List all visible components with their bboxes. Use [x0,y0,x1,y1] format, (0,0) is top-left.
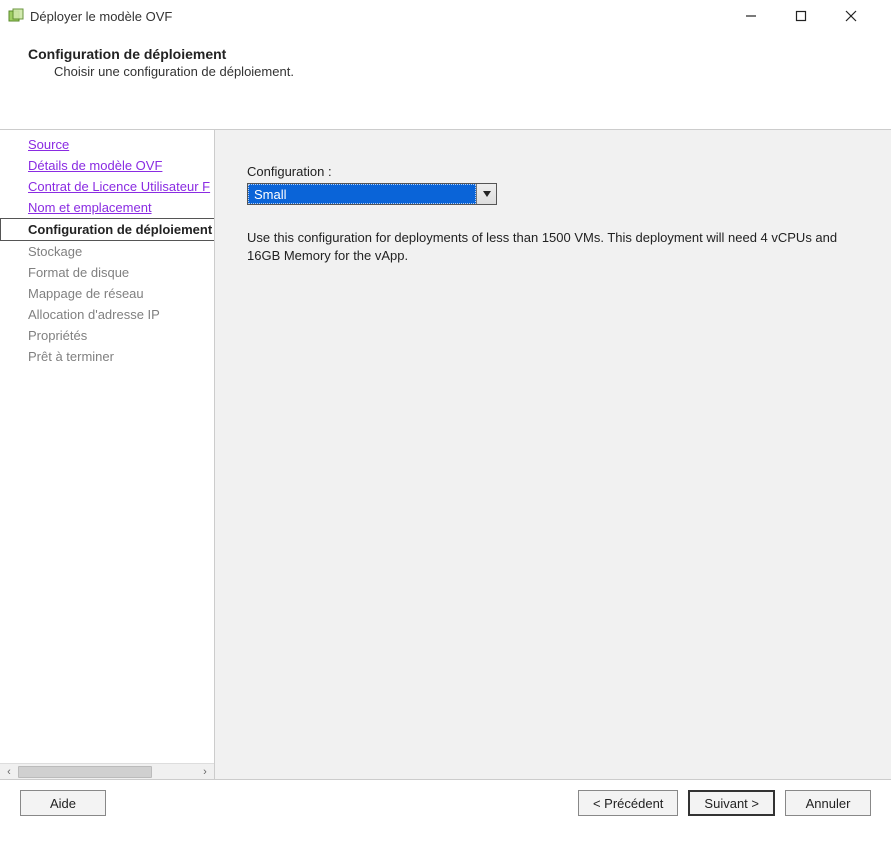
scroll-track[interactable] [18,764,196,779]
step-eula[interactable]: Contrat de Licence Utilisateur F [0,176,214,197]
scroll-left-button[interactable]: ‹ [0,764,18,779]
configuration-description: Use this configuration for deployments o… [247,229,857,265]
page-subtitle: Choisir une configuration de déploiement… [28,64,885,79]
step-disk-format: Format de disque [0,262,214,283]
configuration-selected-value: Small [248,184,476,204]
configuration-label: Configuration : [247,164,875,179]
wizard-sidebar: Source Détails de modèle OVF Contrat de … [0,130,215,779]
step-deployment-config[interactable]: Configuration de déploiement [0,218,214,241]
content-area: Source Détails de modèle OVF Contrat de … [0,129,891,779]
sidebar-scrollbar[interactable]: ‹ › [0,763,214,779]
page-header: Configuration de déploiement Choisir une… [0,32,891,89]
step-properties: Propriétés [0,325,214,346]
scroll-thumb[interactable] [18,766,152,778]
chevron-down-icon[interactable] [476,184,496,204]
minimize-button[interactable] [737,6,765,26]
back-button[interactable]: < Précédent [578,790,678,816]
close-button[interactable] [837,6,865,26]
step-network-mapping: Mappage de réseau [0,283,214,304]
step-source[interactable]: Source [0,134,214,155]
step-ip-allocation: Allocation d'adresse IP [0,304,214,325]
step-ovf-details[interactable]: Détails de modèle OVF [0,155,214,176]
app-icon [8,8,24,24]
titlebar: Déployer le modèle OVF [0,0,891,32]
wizard-footer: Aide < Précédent Suivant > Annuler [0,779,891,830]
help-button[interactable]: Aide [20,790,106,816]
scroll-right-button[interactable]: › [196,764,214,779]
window-controls [737,6,883,26]
step-storage: Stockage [0,241,214,262]
main-panel: Configuration : Small Use this configura… [215,130,891,779]
step-ready-to-complete: Prêt à terminer [0,346,214,367]
cancel-button[interactable]: Annuler [785,790,871,816]
step-name-location[interactable]: Nom et emplacement [0,197,214,218]
maximize-button[interactable] [787,6,815,26]
page-title: Configuration de déploiement [28,46,885,62]
wizard-steps: Source Détails de modèle OVF Contrat de … [0,130,214,367]
window-title: Déployer le modèle OVF [30,9,172,24]
configuration-dropdown[interactable]: Small [247,183,497,205]
next-button[interactable]: Suivant > [688,790,775,816]
